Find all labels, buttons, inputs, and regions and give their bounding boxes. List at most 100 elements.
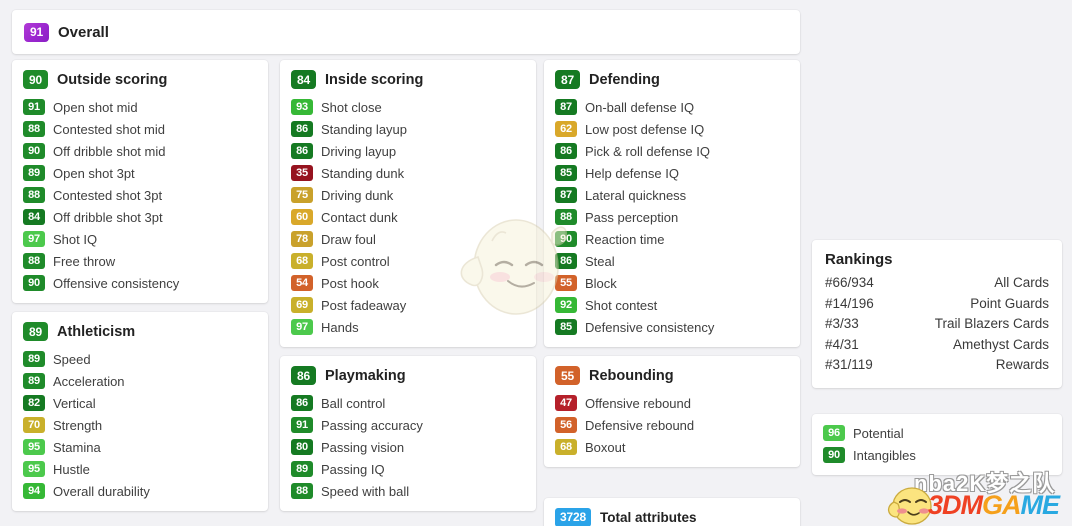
attribute-label: Standing dunk xyxy=(321,165,405,181)
attribute-rating-badge: 80 xyxy=(291,439,313,455)
attribute-rating-badge: 95 xyxy=(23,439,45,455)
ranking-position: #4/31 xyxy=(825,336,859,352)
attribute-rating-badge: 91 xyxy=(291,417,313,433)
attribute-rating-badge: 35 xyxy=(291,165,313,181)
rankings-title: Rankings xyxy=(825,251,893,268)
attribute-row: 47 Offensive rebound xyxy=(555,392,800,414)
group-rating-badge: 86 xyxy=(291,366,316,385)
attribute-row: 62 Low post defense IQ xyxy=(555,118,800,140)
attribute-rating-badge: 93 xyxy=(291,99,313,115)
attribute-row: 86 Pick & roll defense IQ xyxy=(555,140,800,162)
group-card-outside-scoring: 90 Outside scoring 91 Open shot mid 88 Contes… xyxy=(12,60,268,303)
attribute-row: 88 Pass perception xyxy=(555,206,800,228)
attribute-row: 90 Offensive consistency xyxy=(23,272,268,294)
attribute-label: Offensive consistency xyxy=(53,275,180,291)
group-rating-badge: 84 xyxy=(291,70,316,89)
attribute-row: 75 Driving dunk xyxy=(291,184,536,206)
attribute-rating-badge: 62 xyxy=(555,121,577,137)
attribute-label: Shot contest xyxy=(585,297,658,313)
attribute-row: 86 Driving layup xyxy=(291,140,536,162)
attribute-rating-badge: 90 xyxy=(23,275,45,291)
attribute-row: 89 Acceleration xyxy=(23,370,268,392)
attribute-row: 97 Hands xyxy=(291,316,536,338)
total-attributes-card: 3728 Total attributes xyxy=(544,498,800,526)
attribute-rating-badge: 85 xyxy=(555,319,577,335)
attribute-row: 68 Boxout xyxy=(555,436,800,458)
attribute-rating-badge: 92 xyxy=(555,297,577,313)
attribute-row: 35 Standing dunk xyxy=(291,162,536,184)
attribute-row: 54 Post hook xyxy=(291,272,536,294)
attribute-rating-badge: 85 xyxy=(555,165,577,181)
attribute-label: Hustle xyxy=(53,461,90,477)
attribute-row: 97 Shot IQ xyxy=(23,228,268,250)
attribute-label: Contested shot 3pt xyxy=(53,187,163,203)
attribute-label: Stamina xyxy=(53,439,101,455)
attribute-row: 68 Post control xyxy=(291,250,536,272)
attribute-rating-badge: 89 xyxy=(23,165,45,181)
extra-attribute-row: 90 Intangibles xyxy=(823,444,1062,466)
attribute-row: 56 Defensive rebound xyxy=(555,414,800,436)
attribute-row: 91 Passing accuracy xyxy=(291,414,536,436)
ranking-row: #14/196 Point Guards xyxy=(825,296,1049,317)
ranking-category: Rewards xyxy=(995,357,1049,372)
attribute-label: Overall durability xyxy=(53,483,150,499)
attribute-rating-badge: 70 xyxy=(23,417,45,433)
attribute-row: 86 Ball control xyxy=(291,392,536,414)
group-rating-badge: 90 xyxy=(23,70,48,89)
attribute-label: Draw foul xyxy=(321,231,376,247)
attribute-row: 84 Off dribble shot 3pt xyxy=(23,206,268,228)
ranking-position: #31/119 xyxy=(825,357,873,372)
overall-card: 91 Overall xyxy=(12,10,800,54)
attribute-label: Low post defense IQ xyxy=(585,121,705,137)
group-rating-badge: 89 xyxy=(23,322,48,341)
attribute-row: 90 Off dribble shot mid xyxy=(23,140,268,162)
rankings-list: #66/934 All Cards #14/196 Point Guards #3/33… xyxy=(825,275,1049,378)
extra-attribute-label: Intangibles xyxy=(853,447,916,463)
attribute-row: 80 Passing vision xyxy=(291,436,536,458)
attribute-label: Off dribble shot 3pt xyxy=(53,209,163,225)
attribute-row: 90 Reaction time xyxy=(555,228,800,250)
attribute-rating-badge: 88 xyxy=(23,187,45,203)
attribute-row: 88 Free throw xyxy=(23,250,268,272)
attribute-row: 95 Stamina xyxy=(23,436,268,458)
attribute-rating-badge: 69 xyxy=(291,297,313,313)
attribute-rating-badge: 56 xyxy=(555,417,577,433)
group-rating-badge: 87 xyxy=(555,70,580,89)
group-label: Playmaking xyxy=(325,367,406,384)
attribute-rating-badge: 68 xyxy=(555,439,577,455)
attribute-row: 85 Help defense IQ xyxy=(555,162,800,184)
group-header-playmaking: 86 Playmaking xyxy=(280,356,536,392)
attribute-rating-badge: 86 xyxy=(555,143,577,159)
group-label: Rebounding xyxy=(589,367,674,384)
ranking-row: #3/33 Trail Blazers Cards xyxy=(825,316,1049,337)
attribute-label: Acceleration xyxy=(53,373,125,389)
group-rating-badge: 55 xyxy=(555,366,580,385)
attribute-label: Hands xyxy=(321,319,359,335)
ranking-category: All Cards xyxy=(994,275,1049,290)
attribute-list: 89 Speed 89 Acceleration 82 Vertical 70 Strengt… xyxy=(12,348,268,511)
attribute-label: Off dribble shot mid xyxy=(53,143,166,159)
attribute-rating-badge: 90 xyxy=(555,231,577,247)
mascot-small-icon xyxy=(887,487,932,525)
logo-part-me: ME xyxy=(1020,490,1060,520)
group-card-playmaking: 86 Playmaking 86 Ball control 91 Passing accu… xyxy=(280,356,536,511)
attribute-rating-badge: 87 xyxy=(555,187,577,203)
ranking-category: Trail Blazers Cards xyxy=(934,316,1049,331)
attribute-row: 69 Post fadeaway xyxy=(291,294,536,316)
attribute-label: Speed with ball xyxy=(321,483,410,499)
attribute-label: Post fadeaway xyxy=(321,297,407,313)
overall-rating-badge: 91 xyxy=(24,22,49,42)
attribute-row: 89 Open shot 3pt xyxy=(23,162,268,184)
attribute-rating-badge: 95 xyxy=(23,461,45,477)
attribute-rating-badge: 55 xyxy=(555,275,577,291)
attribute-row: 87 Lateral quickness xyxy=(555,184,800,206)
attribute-row: 82 Vertical xyxy=(23,392,268,414)
attribute-label: Standing layup xyxy=(321,121,408,137)
attribute-label: Driving layup xyxy=(321,143,397,159)
group-header-defending: 87 Defending xyxy=(544,60,800,96)
attribute-label: Speed xyxy=(53,351,91,367)
rankings-card: Rankings #66/934 All Cards #14/196 Point Gu… xyxy=(812,240,1062,388)
attribute-label: Free throw xyxy=(53,253,116,269)
attribute-label: Contact dunk xyxy=(321,209,398,225)
brand-watermark: nba2K梦之队 3DMGAME xyxy=(884,466,1072,526)
